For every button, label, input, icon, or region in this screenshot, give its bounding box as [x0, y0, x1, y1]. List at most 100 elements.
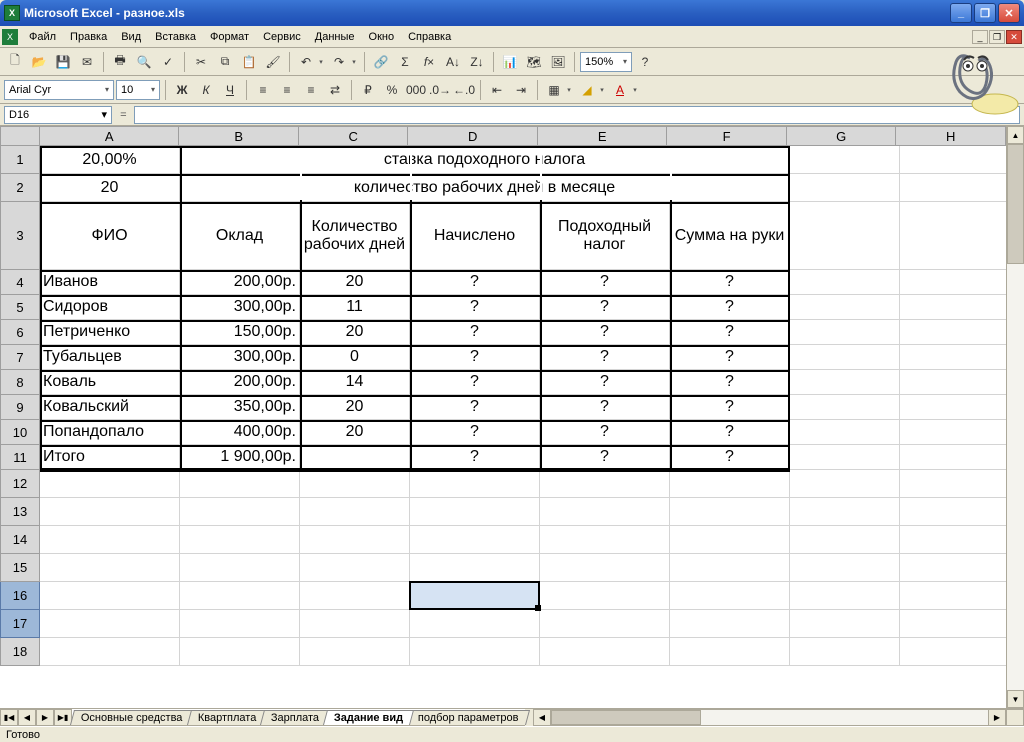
cell-F16[interactable] — [670, 582, 790, 610]
sheet-tab-Задание-вид[interactable]: Задание вид — [323, 710, 414, 725]
cell-C6[interactable]: 20 — [300, 320, 410, 345]
cell-F13[interactable] — [670, 498, 790, 526]
cell-F15[interactable] — [670, 554, 790, 582]
cell-G14[interactable] — [790, 526, 900, 554]
cell-D12[interactable] — [410, 470, 540, 498]
cell-D4[interactable]: ? — [410, 270, 540, 295]
cell-merged-r1[interactable]: ставка подоходного налога — [180, 146, 790, 174]
cell-B4[interactable]: 200,00р. — [180, 270, 300, 295]
cell-E16[interactable] — [540, 582, 670, 610]
cell-A10[interactable]: Попандопало — [40, 420, 180, 445]
cell-A2[interactable]: 20 — [40, 174, 180, 202]
cell-F14[interactable] — [670, 526, 790, 554]
cell-H4[interactable] — [900, 270, 1010, 295]
cell-A16[interactable] — [40, 582, 180, 610]
font-color-icon[interactable]: A — [609, 79, 631, 101]
cell-H3[interactable] — [900, 202, 1010, 270]
cell-H15[interactable] — [900, 554, 1010, 582]
cell-C5[interactable]: 11 — [300, 295, 410, 320]
cell-F4[interactable]: ? — [670, 270, 790, 295]
cell-H1[interactable] — [900, 146, 1010, 174]
row-head-2[interactable]: 2 — [0, 174, 40, 202]
help-icon[interactable]: ? — [634, 51, 656, 73]
cell-H12[interactable] — [900, 470, 1010, 498]
cell-C18[interactable] — [300, 638, 410, 666]
cell-A14[interactable] — [40, 526, 180, 554]
currency-icon[interactable]: ₽ — [357, 79, 379, 101]
vertical-scrollbar[interactable]: ▲ ▼ — [1006, 126, 1024, 708]
preview-icon[interactable]: 🔍 — [133, 51, 155, 73]
cell-B18[interactable] — [180, 638, 300, 666]
cell-G12[interactable] — [790, 470, 900, 498]
cell-F7[interactable]: ? — [670, 345, 790, 370]
align-right-icon[interactable]: ≡ — [300, 79, 322, 101]
borders-dropdown[interactable]: ▾ — [564, 86, 574, 94]
cell-D3[interactable]: Начислено — [410, 202, 540, 270]
cell-F12[interactable] — [670, 470, 790, 498]
tab-prev-icon[interactable]: ◀ — [18, 709, 36, 726]
cell-C14[interactable] — [300, 526, 410, 554]
zoom-combo[interactable]: 150% ▾ — [580, 52, 632, 72]
cell-H18[interactable] — [900, 638, 1010, 666]
col-head-A[interactable]: A — [40, 126, 179, 146]
cell-H5[interactable] — [900, 295, 1010, 320]
cell-B15[interactable] — [180, 554, 300, 582]
print-icon[interactable]: 🖶 — [109, 51, 131, 73]
cell-D11[interactable]: ? — [410, 445, 540, 470]
new-icon[interactable]: 🗋 — [4, 51, 26, 73]
cell-C4[interactable]: 20 — [300, 270, 410, 295]
cell-E8[interactable]: ? — [540, 370, 670, 395]
cell-E14[interactable] — [540, 526, 670, 554]
cell-B13[interactable] — [180, 498, 300, 526]
sort-desc-icon[interactable]: Z↓ — [466, 51, 488, 73]
cell-B10[interactable]: 400,00р. — [180, 420, 300, 445]
cell-F8[interactable]: ? — [670, 370, 790, 395]
maximize-button[interactable]: ❐ — [974, 3, 996, 23]
cell-F5[interactable]: ? — [670, 295, 790, 320]
tab-first-icon[interactable]: ▮◀ — [0, 709, 18, 726]
cell-E15[interactable] — [540, 554, 670, 582]
cell-D8[interactable]: ? — [410, 370, 540, 395]
menu-format[interactable]: Формат — [203, 29, 256, 45]
cell-B14[interactable] — [180, 526, 300, 554]
dec-indent-icon[interactable]: ⇤ — [486, 79, 508, 101]
dec-decimal-icon[interactable]: ←.0 — [453, 79, 475, 101]
redo-icon[interactable]: ↷ — [328, 51, 350, 73]
cell-E3[interactable]: Подоходный налог — [540, 202, 670, 270]
row-head-15[interactable]: 15 — [0, 554, 40, 582]
col-head-D[interactable]: D — [408, 126, 537, 146]
cell-F10[interactable]: ? — [670, 420, 790, 445]
cell-G16[interactable] — [790, 582, 900, 610]
cell-C9[interactable]: 20 — [300, 395, 410, 420]
cell-F9[interactable]: ? — [670, 395, 790, 420]
cell-B3[interactable]: Оклад — [180, 202, 300, 270]
scroll-left-icon[interactable]: ◀ — [533, 709, 551, 726]
tab-next-icon[interactable]: ▶ — [36, 709, 54, 726]
cell-H16[interactable] — [900, 582, 1010, 610]
cell-A5[interactable]: Сидоров — [40, 295, 180, 320]
autosum-icon[interactable]: Σ — [394, 51, 416, 73]
cell-G7[interactable] — [790, 345, 900, 370]
row-head-12[interactable]: 12 — [0, 470, 40, 498]
menu-data[interactable]: Данные — [308, 29, 362, 45]
cell-D7[interactable]: ? — [410, 345, 540, 370]
formula-input[interactable] — [134, 106, 1020, 124]
row-head-3[interactable]: 3 — [0, 202, 40, 270]
row-head-6[interactable]: 6 — [0, 320, 40, 345]
cell-A7[interactable]: Тубальцев — [40, 345, 180, 370]
cell-B17[interactable] — [180, 610, 300, 638]
cell-G2[interactable] — [790, 174, 900, 202]
cell-H7[interactable] — [900, 345, 1010, 370]
cell-D14[interactable] — [410, 526, 540, 554]
cell-E7[interactable]: ? — [540, 345, 670, 370]
col-head-B[interactable]: B — [179, 126, 299, 146]
cell-H13[interactable] — [900, 498, 1010, 526]
menu-view[interactable]: Вид — [114, 29, 148, 45]
doc-minimize-button[interactable]: _ — [972, 30, 988, 44]
sort-asc-icon[interactable]: A↓ — [442, 51, 464, 73]
cell-C17[interactable] — [300, 610, 410, 638]
italic-icon[interactable]: К — [195, 79, 217, 101]
row-head-13[interactable]: 13 — [0, 498, 40, 526]
paste-icon[interactable]: 📋 — [238, 51, 260, 73]
horizontal-scrollbar[interactable]: ◀ ▶ — [533, 709, 1006, 726]
